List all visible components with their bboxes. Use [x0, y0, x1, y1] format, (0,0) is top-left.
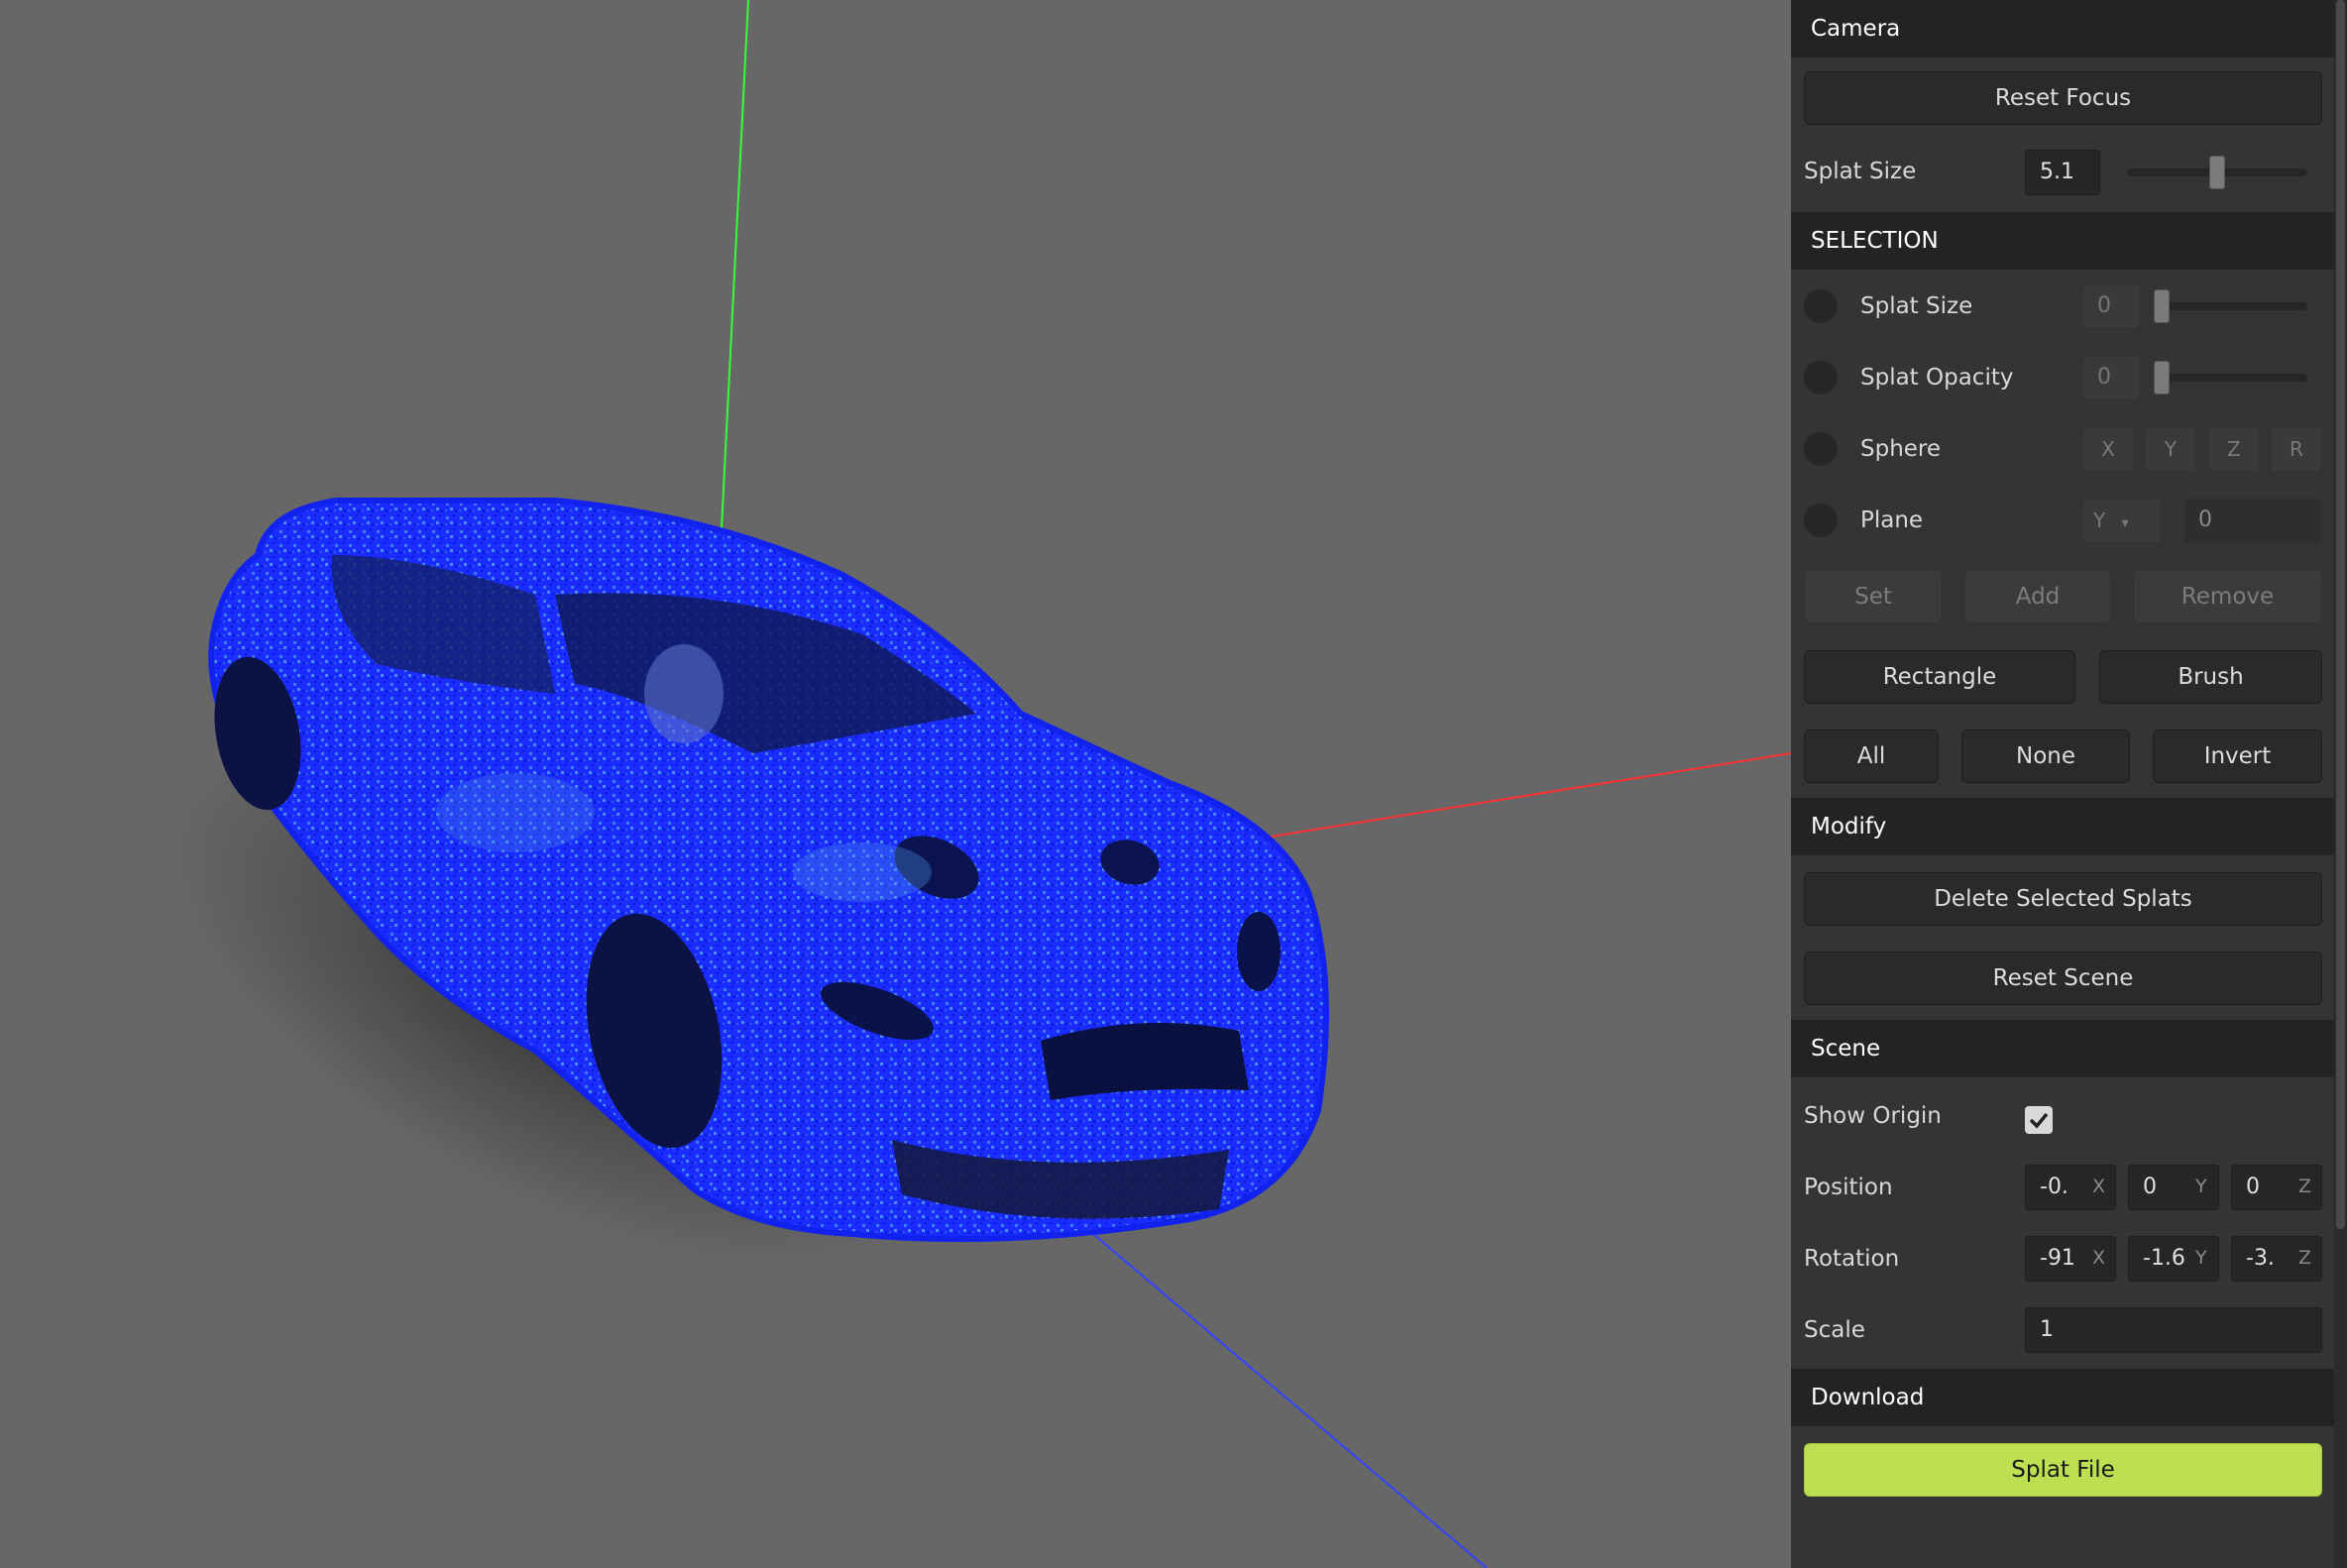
modify-header: Modify [1791, 798, 2334, 855]
selection-splat-opacity-radio[interactable] [1804, 361, 1838, 394]
set-button[interactable]: Set [1804, 570, 1943, 623]
plane-value-input[interactable]: 0 [2183, 498, 2322, 543]
rotation-label: Rotation [1804, 1246, 1900, 1272]
chevron-down-icon: ▾ [2121, 515, 2129, 531]
sphere-z-input[interactable]: Z [2208, 426, 2260, 472]
z-axis-line [1040, 1188, 1488, 1568]
remove-button[interactable]: Remove [2133, 570, 2322, 623]
reset-scene-button[interactable]: Reset Scene [1804, 952, 2322, 1005]
position-z-axis-label: Z [2298, 1176, 2312, 1197]
selection-splat-size-slider-track[interactable] [2154, 302, 2307, 310]
scale-input[interactable]: 1 [2025, 1307, 2322, 1353]
selection-splat-size-radio[interactable] [1804, 289, 1838, 323]
position-label: Position [1804, 1175, 1893, 1200]
selection-header: SELECTION [1791, 212, 2334, 270]
brush-tool-button[interactable]: Brush [2099, 650, 2322, 704]
selection-sphere-label: Sphere [1860, 436, 1942, 462]
panel-scrollbar-thumb[interactable] [2336, 0, 2345, 1229]
plane-axis-select[interactable]: Y ▾ [2082, 498, 2162, 543]
camera-splat-size-input[interactable]: 5.1 [2025, 150, 2100, 195]
3d-viewport[interactable] [0, 0, 1791, 1568]
selection-splat-opacity-label: Splat Opacity [1860, 365, 2014, 391]
selection-plane-label: Plane [1860, 507, 1924, 533]
camera-header: Camera [1791, 0, 2334, 57]
checkmark-icon [2029, 1112, 2049, 1129]
selection-plane-radio[interactable] [1804, 504, 1838, 537]
rectangle-tool-button[interactable]: Rectangle [1804, 650, 2075, 704]
sphere-r-input[interactable]: R [2271, 426, 2322, 472]
position-y-axis-label: Y [2195, 1176, 2207, 1197]
selection-splat-opacity-input[interactable]: 0 [2082, 355, 2140, 400]
scene-canvas[interactable] [0, 0, 1791, 1568]
select-all-button[interactable]: All [1804, 729, 1939, 783]
select-none-button[interactable]: None [1961, 729, 2130, 783]
scene-header: Scene [1791, 1020, 2334, 1077]
download-splat-file-button[interactable]: Splat File [1804, 1443, 2322, 1497]
camera-splat-size-label: Splat Size [1804, 159, 1917, 184]
show-origin-checkbox[interactable] [2025, 1106, 2053, 1134]
selection-splat-opacity-slider-thumb[interactable] [2154, 361, 2170, 394]
rotation-z-axis-label: Z [2298, 1247, 2312, 1269]
selection-splat-size-label: Splat Size [1860, 293, 1973, 319]
position-x-axis-label: X [2092, 1176, 2106, 1197]
show-origin-label: Show Origin [1804, 1103, 1942, 1129]
delete-selected-splats-button[interactable]: Delete Selected Splats [1804, 872, 2322, 926]
selection-splat-size-input[interactable]: 0 [2082, 283, 2140, 329]
selection-splat-size-slider-thumb[interactable] [2154, 289, 2170, 323]
scale-label: Scale [1804, 1317, 1865, 1343]
invert-selection-button[interactable]: Invert [2153, 729, 2322, 783]
rotation-x-axis-label: X [2092, 1247, 2106, 1269]
sphere-x-input[interactable]: X [2082, 426, 2134, 472]
sphere-y-input[interactable]: Y [2145, 426, 2196, 472]
add-button[interactable]: Add [1964, 570, 2111, 623]
plane-axis-value: Y [2093, 508, 2106, 532]
control-panel: Camera Reset Focus Splat Size 5.1 SELECT… [1791, 0, 2334, 1568]
download-header: Download [1791, 1369, 2334, 1426]
reset-focus-button[interactable]: Reset Focus [1804, 71, 2322, 125]
rotation-y-axis-label: Y [2195, 1247, 2207, 1269]
selection-sphere-radio[interactable] [1804, 432, 1838, 466]
gaussian-splat-car [208, 498, 1329, 1242]
camera-splat-size-slider-thumb[interactable] [2209, 156, 2225, 189]
selection-splat-opacity-slider-track[interactable] [2154, 374, 2307, 382]
